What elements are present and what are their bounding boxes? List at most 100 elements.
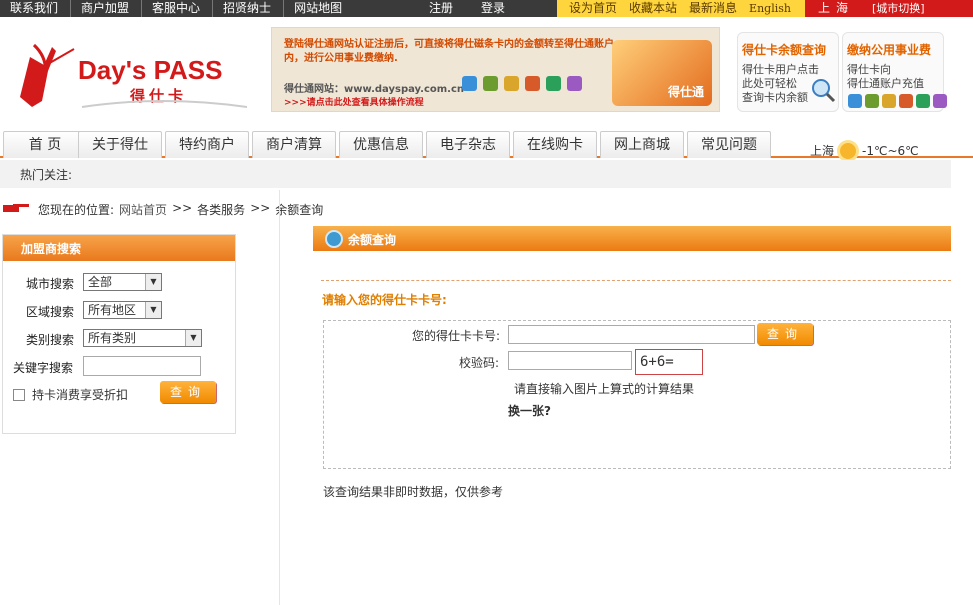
city-label: 城市搜索 <box>26 277 75 291</box>
news-link[interactable]: 最新消息 <box>689 0 737 17</box>
refresh-captcha-link[interactable]: 换一张? <box>508 402 551 419</box>
balance-query-title: 余额查询 <box>348 233 397 247</box>
phone-icon <box>899 94 913 108</box>
breadcrumb-current: 余额查询 <box>275 203 324 217</box>
promo-banner[interactable]: 登陆得仕通网站认证注册后，可直接将得仕磁条卡内的金额转至得仕通账户内，进行公用事… <box>271 27 720 112</box>
city-select-value: 全部 <box>88 275 113 289</box>
card-brand: 得仕通 <box>667 85 704 99</box>
city-switch-link[interactable]: [城市切换] <box>872 0 925 17</box>
electric-icon <box>882 94 896 108</box>
panel-header: 加盟商搜索 <box>3 235 235 261</box>
link-contact[interactable]: 联系我们 <box>10 0 72 17</box>
shop-icon <box>567 76 582 91</box>
breadcrumb-sep: >> <box>172 201 193 215</box>
banner-link[interactable]: >>>请点击此处查看具体操作流程 <box>284 95 424 108</box>
balance-query-button[interactable]: 查询 <box>757 323 813 345</box>
dotted-divider <box>321 280 951 281</box>
flight-icon <box>916 94 930 108</box>
weather-temp: -1℃~6℃ <box>862 143 919 158</box>
login-link[interactable]: 登录 <box>481 0 505 17</box>
logo-en: Day's PASS <box>78 55 222 85</box>
captcha-image: 6+6= <box>635 349 703 375</box>
phone-icon <box>525 76 540 91</box>
weather-widget: 上海 -1℃~6℃ <box>810 142 919 159</box>
card-number-label: 您的得仕卡卡号: <box>412 329 501 343</box>
top-links: 联系我们 商户加盟 客服中心 招贤纳士 网站地图 <box>10 0 364 17</box>
promo2-title: 缴纳公用事业费 <box>847 43 932 57</box>
shop-icon <box>933 94 947 108</box>
electric-icon <box>504 76 519 91</box>
chevron-down-icon: ▼ <box>185 330 201 346</box>
disclaimer-note: 该查询结果非即时数据，仅供参考 <box>323 485 504 499</box>
promo2-text: 得仕卡向 得仕通账户充值 <box>847 63 924 90</box>
tab-home[interactable]: 首 页 <box>3 131 87 158</box>
card-number-input[interactable] <box>508 325 755 344</box>
flight-icon <box>546 76 561 91</box>
sun-icon <box>840 142 857 159</box>
magnifier-icon <box>812 79 836 103</box>
balance-query-promo[interactable]: 得仕卡余额查询 得仕卡用户点击 此处可轻松 查询卡内余额 <box>737 32 839 112</box>
pointer-hand-icon <box>3 204 29 212</box>
keyword-input[interactable] <box>83 356 201 376</box>
link-service-center[interactable]: 客服中心 <box>152 0 214 17</box>
set-homepage-link[interactable]: 设为首页 <box>569 0 617 17</box>
tab-buy-card[interactable]: 在线购卡 <box>513 131 597 158</box>
hot-topics-label: 热门关注: <box>20 168 73 182</box>
discount-label: 持卡消费享受折扣 <box>32 388 129 402</box>
utility-links: 设为首页 收藏本站 最新消息 English <box>557 0 805 17</box>
discount-checkbox[interactable] <box>13 389 25 401</box>
english-link[interactable]: English <box>749 0 791 17</box>
promo2-icons <box>848 94 947 108</box>
verification-code-label: 校验码: <box>459 356 500 370</box>
tab-online-mall[interactable]: 网上商城 <box>600 131 684 158</box>
chevron-down-icon: ▼ <box>145 274 161 290</box>
keyword-label: 关键字搜索 <box>13 361 74 375</box>
column-divider <box>279 190 280 605</box>
panel-title: 加盟商搜索 <box>21 242 82 256</box>
banner-service-icons <box>462 76 582 91</box>
tab-about[interactable]: 关于得仕 <box>78 131 162 158</box>
banner-text-1: 登陆得仕通网站认证注册后，可直接将得仕磁条卡内的金额转至得仕通账户内，进行公用事… <box>284 39 614 64</box>
archer-icon <box>20 43 75 107</box>
weather-city: 上海 <box>810 144 835 158</box>
balance-query-header: 余额查询 <box>313 226 951 251</box>
globe-icon <box>325 230 343 248</box>
area-select[interactable]: 所有地区 ▼ <box>83 301 162 319</box>
banner-text-2: 得仕通网站：www.dayspay.com.cn <box>284 84 465 95</box>
captcha-hint: 请直接输入图片上算式的计算结果 <box>514 382 695 396</box>
breadcrumb-label: 您现在的位置: <box>38 203 115 217</box>
breadcrumb-home[interactable]: 网站首页 <box>119 201 167 218</box>
area-select-value: 所有地区 <box>88 303 137 317</box>
water-icon <box>848 94 862 108</box>
hot-topics-bar: 热门关注: <box>0 160 951 188</box>
tab-offers[interactable]: 优惠信息 <box>339 131 423 158</box>
merchant-search-button[interactable]: 查询 <box>160 381 216 403</box>
breadcrumb-sep: >> <box>250 201 271 215</box>
category-label: 类别搜索 <box>26 333 75 347</box>
tab-faq[interactable]: 常见问题 <box>687 131 771 158</box>
utility-payment-promo[interactable]: 缴纳公用事业费 得仕卡向 得仕通账户充值 <box>842 32 947 112</box>
city-select[interactable]: 全部 ▼ <box>83 273 162 291</box>
category-select-value: 所有类别 <box>88 331 137 345</box>
register-link[interactable]: 注册 <box>429 0 453 17</box>
water-icon <box>462 76 477 91</box>
category-select[interactable]: 所有类别 ▼ <box>83 329 202 347</box>
auth-links: 注册 登录 <box>429 0 505 17</box>
area-label: 区域搜索 <box>26 305 75 319</box>
tab-emagazine[interactable]: 电子杂志 <box>426 131 510 158</box>
breadcrumb: 您现在的位置: 网站首页 >> 各类服务 >> 余额查询 <box>38 201 323 218</box>
gas-icon <box>483 76 498 91</box>
site-logo[interactable]: Day's PASS 得仕卡 <box>12 37 252 117</box>
merchant-search-panel: 加盟商搜索 城市搜索 全部 ▼ 区域搜索 所有地区 ▼ 类别搜索 所有类别 ▼ … <box>2 234 236 434</box>
link-sitemap[interactable]: 网站地图 <box>294 0 354 17</box>
tab-clearing[interactable]: 商户清算 <box>252 131 336 158</box>
tab-merchants[interactable]: 特约商户 <box>165 131 249 158</box>
link-jobs[interactable]: 招贤纳士 <box>223 0 285 17</box>
verification-code-input[interactable] <box>508 351 632 370</box>
bookmark-link[interactable]: 收藏本站 <box>629 0 677 17</box>
link-merchant-join[interactable]: 商户加盟 <box>81 0 143 17</box>
card-number-prompt: 请输入您的得仕卡卡号: <box>322 293 447 307</box>
breadcrumb-services[interactable]: 各类服务 <box>197 201 245 218</box>
gas-icon <box>865 94 879 108</box>
card-image: 得仕通 <box>612 40 712 106</box>
